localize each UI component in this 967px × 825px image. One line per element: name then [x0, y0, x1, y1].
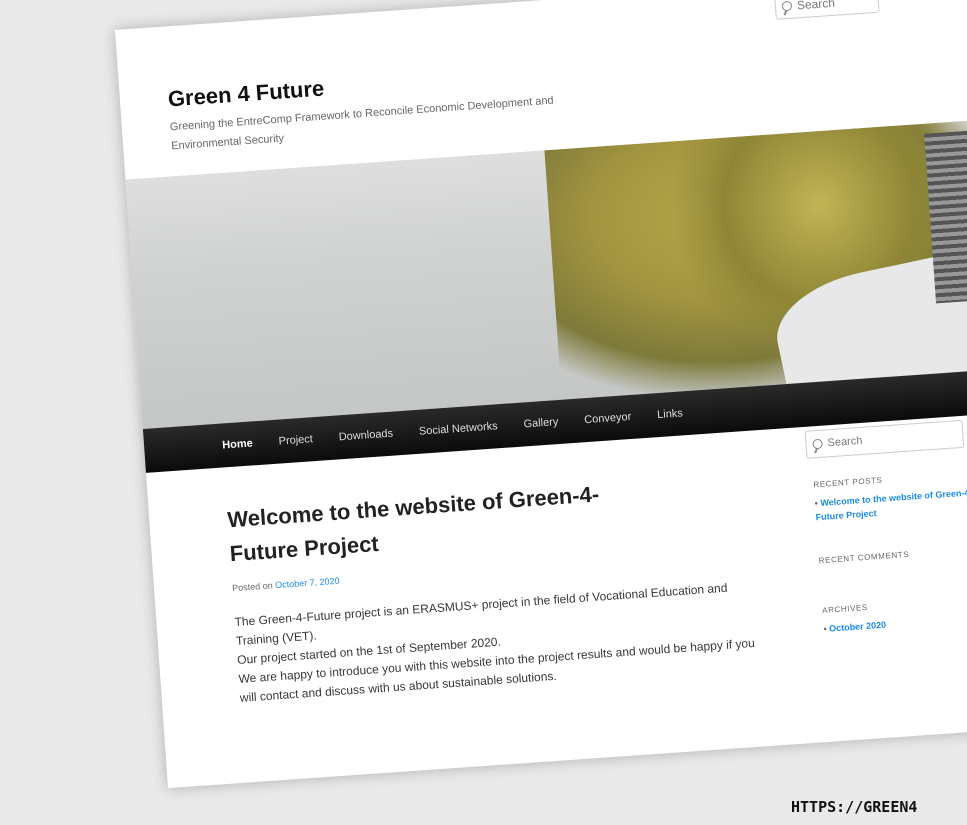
posted-on-label: Posted on — [231, 580, 274, 594]
archive-link-october-2020[interactable]: October 2020 — [823, 611, 967, 636]
sidebar-search-input[interactable]: Search — [804, 419, 965, 459]
nav-item-home[interactable]: Home — [222, 437, 253, 451]
webpage-sheet: Search Green 4 Future Greening the Entre… — [115, 0, 967, 789]
nav-item-gallery[interactable]: Gallery — [523, 416, 559, 430]
recent-comments-heading: RECENT COMMENTS — [818, 549, 910, 566]
post-title[interactable]: Welcome to the website of Green-4-Future… — [226, 474, 650, 571]
url-overlay-text: HTTPS://GREEN4 — [791, 798, 918, 816]
nav-item-social-networks[interactable]: Social Networks — [419, 420, 499, 437]
screenshot-stage: Search Green 4 Future Greening the Entre… — [0, 0, 967, 825]
header-search-placeholder: Search — [796, 0, 836, 13]
nav-item-links[interactable]: Links — [657, 407, 683, 421]
nav-item-downloads[interactable]: Downloads — [338, 428, 393, 444]
post-meta: Posted on October 7, 2020 — [232, 576, 340, 593]
sidebar-search-placeholder: Search — [827, 434, 863, 450]
search-icon — [781, 0, 793, 12]
post-date-link[interactable]: October 7, 2020 — [275, 576, 340, 590]
nav-item-project[interactable]: Project — [278, 433, 313, 447]
nav-item-conveyor[interactable]: Conveyor — [584, 411, 632, 426]
recent-posts-heading: RECENT POSTS — [813, 475, 883, 490]
recent-post-link[interactable]: Welcome to the website of Green-4-Future… — [814, 485, 967, 524]
archives-heading: ARCHIVES — [821, 602, 869, 616]
header-search-input[interactable]: Search — [774, 0, 880, 20]
post-content: The Green-4-Future project is an ERASMUS… — [234, 577, 759, 708]
site-title[interactable]: Green 4 Future — [167, 76, 325, 113]
search-icon — [812, 438, 823, 450]
